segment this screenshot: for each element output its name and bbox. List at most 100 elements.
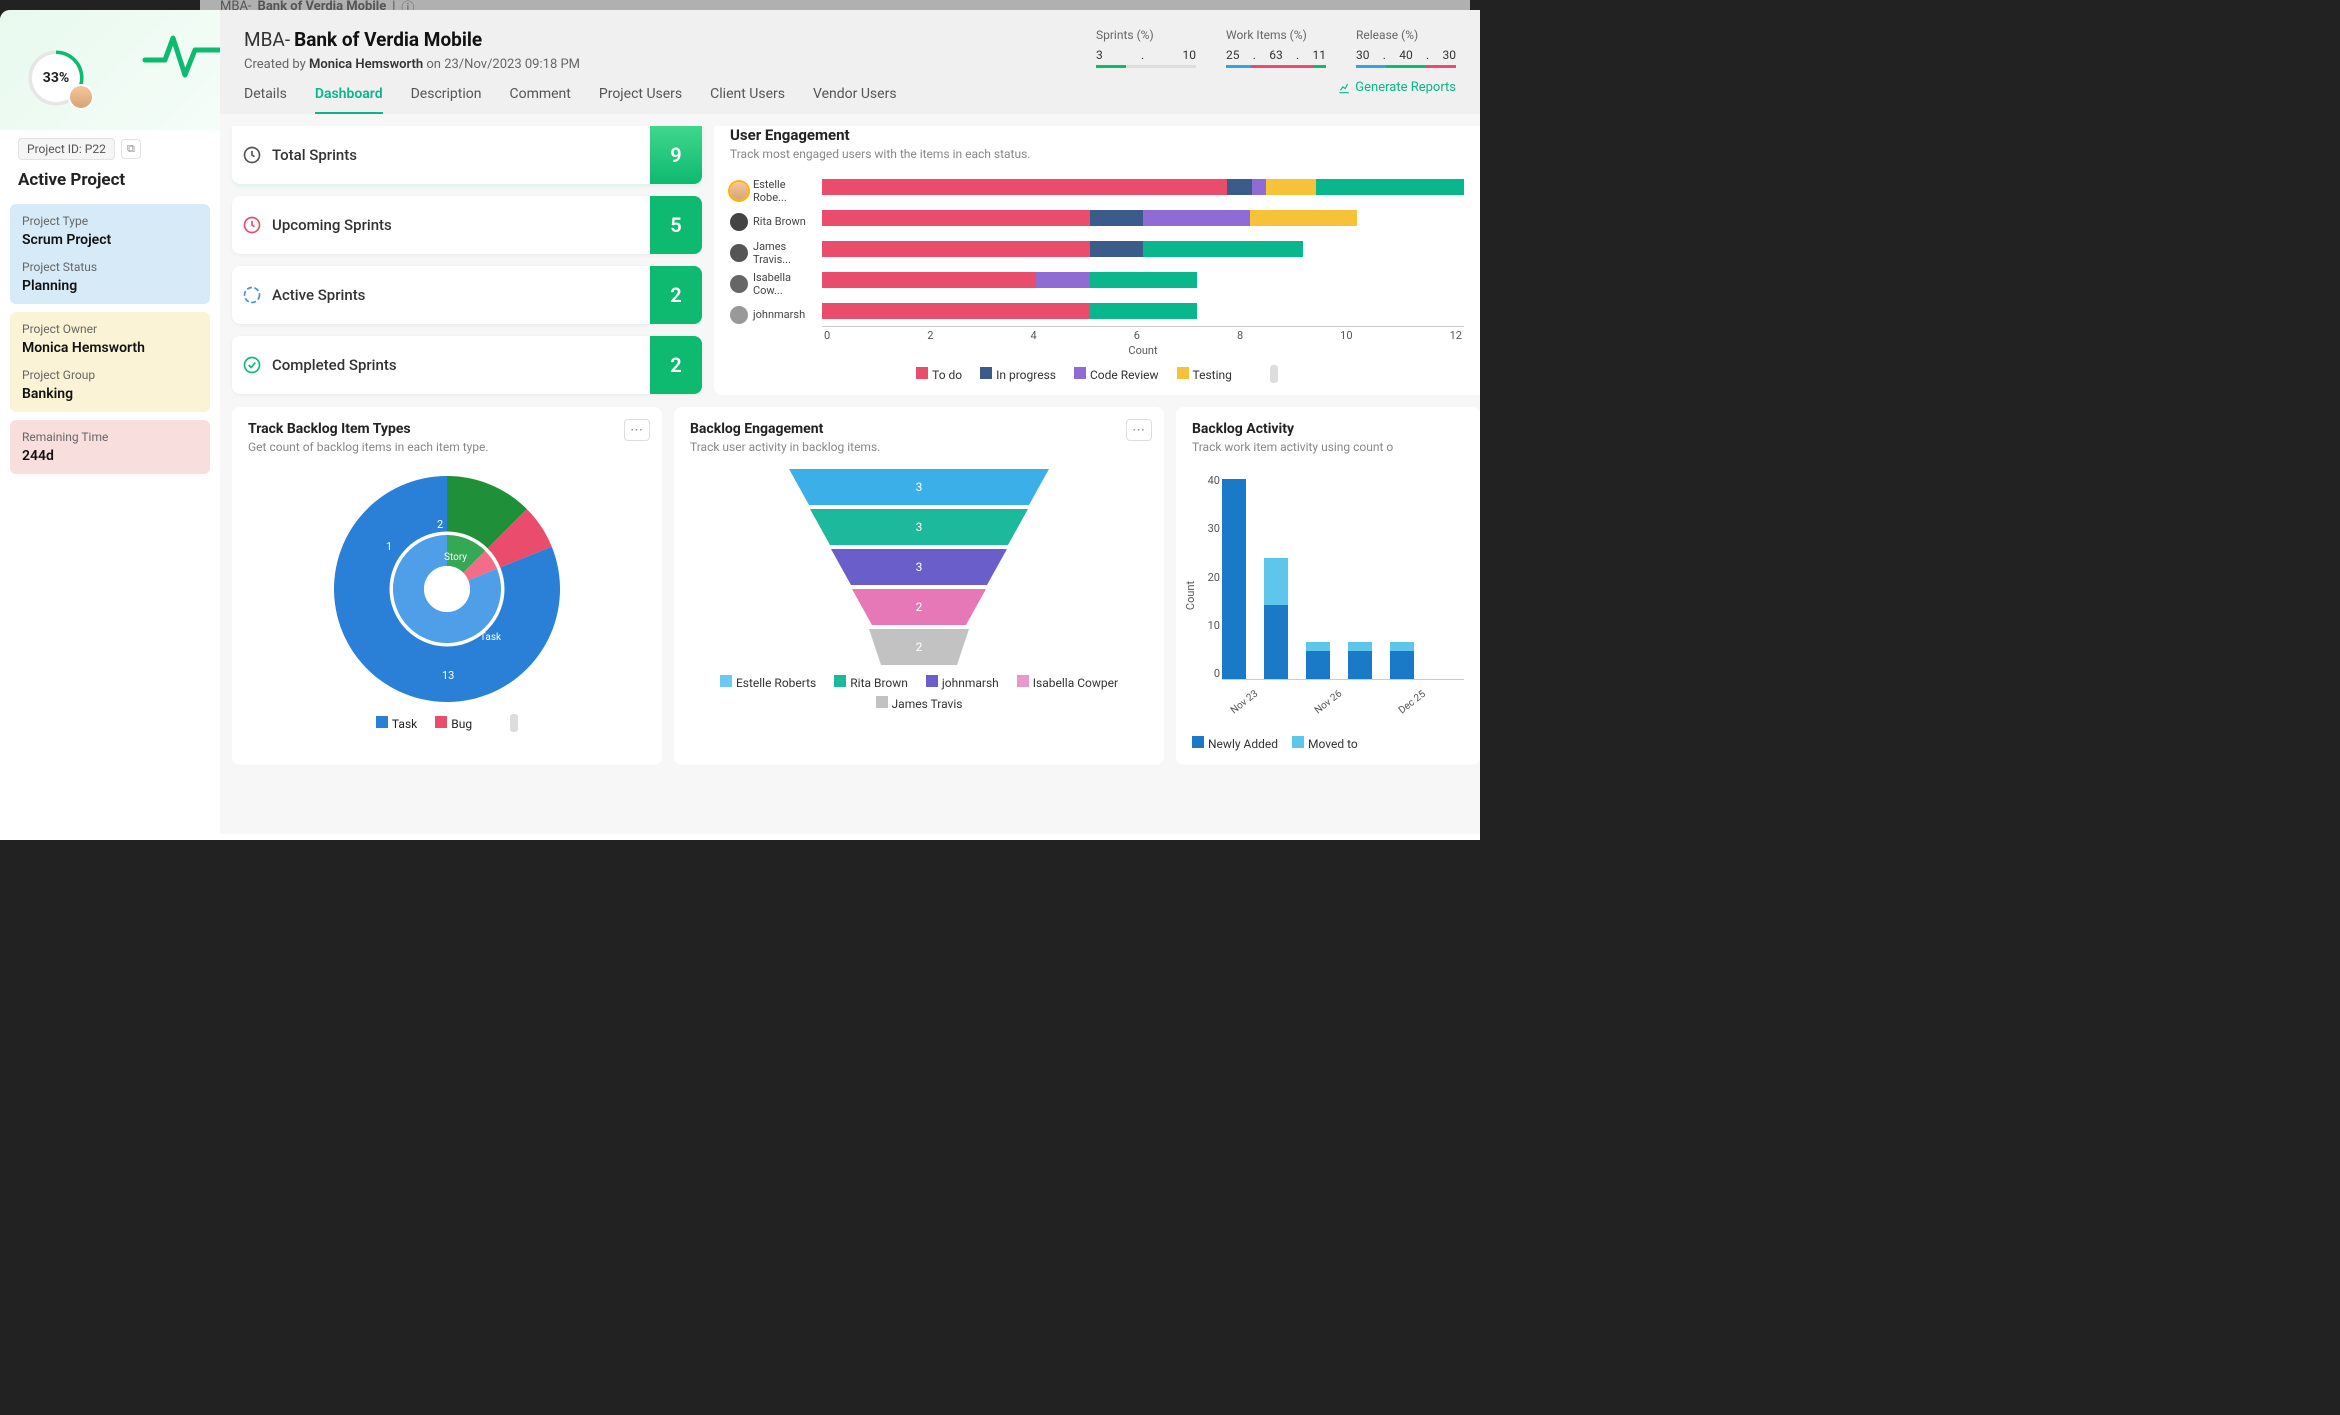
sprint-card-upcoming-sprints[interactable]: Upcoming Sprints 5 (232, 196, 702, 254)
ue-bar-row (822, 295, 1464, 326)
tab-description[interactable]: Description (411, 86, 482, 114)
project-group-label: Project Group (22, 368, 198, 382)
sprint-card-completed-sprints[interactable]: Completed Sprints 2 (232, 336, 702, 394)
tab-dashboard[interactable]: Dashboard (315, 86, 383, 114)
ue-bar-row (822, 233, 1464, 264)
ue-user-label: johnmarsh (730, 299, 822, 330)
legend-item[interactable]: Isabella Cowper (1017, 675, 1118, 690)
ue-xaxis: 024681012 (822, 329, 1464, 342)
backlog-activity-panel: Backlog Activity Track work item activit… (1176, 407, 1480, 765)
legend-item[interactable]: Task (376, 716, 417, 731)
ba-title: Backlog Activity (1192, 421, 1464, 437)
avatar (730, 306, 748, 324)
avatar (730, 213, 748, 231)
ue-user-label: Estelle Robe... (730, 175, 822, 206)
legend-item[interactable]: Code Review (1074, 367, 1159, 382)
ue-bar-row (822, 171, 1464, 202)
bt-title: Track Backlog Item Types (248, 421, 646, 437)
backlog-types-panel: Track Backlog Item Types Get count of ba… (232, 407, 662, 765)
project-owner-label: Project Owner (22, 322, 198, 336)
project-type-label: Project Type (22, 214, 198, 228)
progress-ring: 33% (28, 50, 84, 106)
scroll-handle[interactable] (1270, 365, 1278, 383)
owner-avatar (68, 84, 94, 110)
ue-user-label: Rita Brown (730, 206, 822, 237)
funnel-segment: 3 (810, 509, 1028, 545)
be-subtitle: Track user activity in backlog items. (690, 440, 1148, 454)
ba-bar-group (1306, 642, 1330, 679)
backlog-engagement-panel: Backlog Engagement Track user activity i… (674, 407, 1164, 765)
ue-bar-row (822, 202, 1464, 233)
title-prefix: MBA- (244, 28, 290, 51)
bt-legend: Task Bug (248, 714, 646, 732)
generate-reports-link[interactable]: Generate Reports (1337, 80, 1456, 95)
funnel-segment: 2 (852, 589, 986, 625)
legend-item[interactable]: Rita Brown (834, 675, 908, 690)
project-id-badge: Project ID: P22 (18, 138, 115, 160)
legend-item[interactable]: Bug (435, 716, 472, 731)
legend-item[interactable]: James Travis (876, 696, 963, 711)
tab-comment[interactable]: Comment (509, 86, 570, 114)
pulse-icon (140, 20, 220, 90)
ue-user-label: James Travis... (730, 237, 822, 268)
ba-chart: Count 403020100 Nov 23Nov 26Dec 25 (1222, 474, 1464, 704)
be-legend: Estelle Roberts Rita Brown johnmarsh Isabel… (690, 675, 1148, 711)
avatar (730, 244, 748, 262)
sidebar: 33% Project ID: P22 ⧉ Active Project Pro… (0, 10, 220, 840)
ue-legend: To do In progress Code Review Testing (730, 365, 1464, 383)
page-header: MBA- Bank of Verdia Mobile Created by Mo… (220, 10, 1480, 114)
clock-icon (232, 215, 272, 235)
project-group-value: Banking (22, 386, 198, 402)
sprint-card-total-sprints[interactable]: Total Sprints 9 (232, 126, 702, 184)
ue-xlabel: Count (822, 344, 1464, 357)
project-status-label: Project Status (22, 260, 198, 274)
funnel-segment: 2 (869, 629, 969, 665)
ue-subtitle: Track most engaged users with the items … (730, 147, 1464, 161)
spin-icon (232, 285, 272, 305)
ue-bar-row (822, 264, 1464, 295)
report-icon (1337, 81, 1351, 95)
remaining-time-card: Remaining Time 244d (10, 420, 210, 474)
funnel-chart: 3 3 3 2 2 (779, 469, 1059, 665)
funnel-segment: 3 (789, 469, 1049, 505)
legend-item[interactable]: Estelle Roberts (720, 675, 816, 690)
legend-item[interactable]: Newly Added (1192, 736, 1278, 751)
sprint-card-active-sprints[interactable]: Active Sprints 2 (232, 266, 702, 324)
funnel-segment: 3 (831, 549, 1007, 585)
panel-menu-button[interactable]: ⋯ (624, 419, 650, 441)
legend-item[interactable]: Testing (1177, 367, 1232, 382)
avatar (730, 275, 748, 293)
ba-legend: Newly Added Moved to (1192, 736, 1464, 751)
scroll-handle[interactable] (510, 714, 518, 732)
ba-bar-group (1222, 479, 1246, 679)
ue-bars (822, 171, 1464, 327)
legend-item[interactable]: Moved to (1292, 736, 1358, 751)
ba-bar-group (1348, 642, 1372, 679)
main-panel: MBA- Bank of Verdia Mobile Created by Mo… (220, 10, 1480, 840)
tab-bar: Details Dashboard Description Comment Projec… (244, 86, 1456, 114)
project-owner-value: Monica Hemsworth (22, 340, 198, 356)
page-title: Bank of Verdia Mobile (294, 28, 482, 51)
copy-id-button[interactable]: ⧉ (121, 139, 141, 159)
tab-vendor-users[interactable]: Vendor Users (813, 86, 897, 114)
legend-item[interactable]: To do (916, 367, 962, 382)
clock-icon (232, 145, 272, 165)
stat-work-items-: Work Items (%) 25.63.11 (1226, 28, 1326, 68)
tab-client-users[interactable]: Client Users (710, 86, 785, 114)
user-engagement-panel: User Engagement Track most engaged users… (714, 126, 1480, 395)
legend-item[interactable]: In progress (980, 367, 1056, 382)
project-type-value: Scrum Project (22, 232, 198, 248)
sprint-cards-column: Total Sprints 9 Upcoming Sprints 5 Activ… (232, 126, 702, 395)
panel-menu-button[interactable]: ⋯ (1126, 419, 1152, 441)
ba-bar-group (1264, 558, 1288, 679)
active-project-heading: Active Project (18, 170, 202, 190)
project-type-card: Project Type Scrum Project Project Statu… (10, 204, 210, 304)
tab-details[interactable]: Details (244, 86, 287, 114)
bt-subtitle: Get count of backlog items in each item … (248, 440, 646, 454)
avatar (730, 182, 748, 200)
ue-title: User Engagement (730, 126, 1464, 144)
tab-project-users[interactable]: Project Users (599, 86, 682, 114)
legend-item[interactable]: johnmarsh (926, 675, 999, 690)
be-title: Backlog Engagement (690, 421, 1148, 437)
remaining-time-label: Remaining Time (22, 430, 198, 444)
